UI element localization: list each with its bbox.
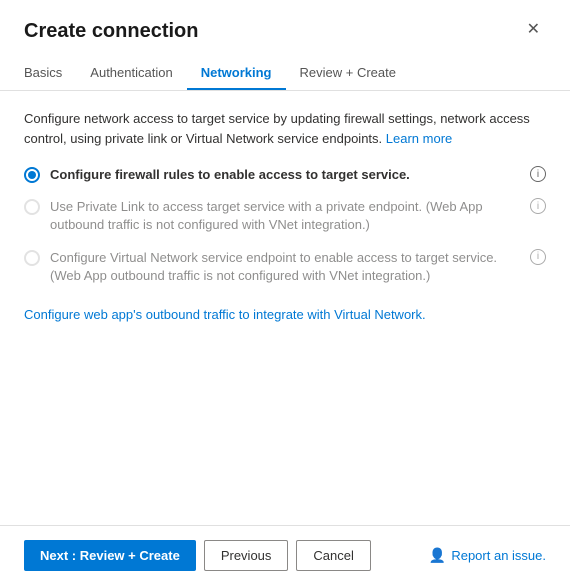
option-firewall[interactable]: Configure firewall rules to enable acces… [24, 166, 546, 184]
description-text: Configure network access to target servi… [24, 109, 546, 148]
dialog-title: Create connection [24, 20, 198, 43]
radio-vnet-endpoint [24, 250, 40, 266]
radio-firewall[interactable] [24, 167, 40, 183]
tab-networking[interactable]: Networking [187, 57, 286, 90]
dialog-header: Create connection ✕ [0, 0, 570, 43]
vnet-link-row: Configure web app's outbound traffic to … [24, 307, 546, 322]
option-private-link: Use Private Link to access target servic… [24, 198, 546, 234]
cancel-button[interactable]: Cancel [296, 540, 370, 571]
next-button[interactable]: Next : Review + Create [24, 540, 196, 571]
vnet-integrate-link[interactable]: Configure web app's outbound traffic to … [24, 307, 426, 322]
radio-private-link [24, 199, 40, 215]
learn-more-link[interactable]: Learn more [386, 131, 452, 146]
tab-authentication[interactable]: Authentication [76, 57, 186, 90]
report-icon: 👤 [429, 547, 446, 564]
tab-basics[interactable]: Basics [24, 57, 76, 90]
main-content: Configure network access to target servi… [0, 91, 570, 525]
tab-review-create[interactable]: Review + Create [286, 57, 410, 90]
info-icon-firewall[interactable]: i [530, 166, 546, 182]
networking-options: Configure firewall rules to enable acces… [24, 166, 546, 285]
create-connection-dialog: Create connection ✕ Basics Authenticatio… [0, 0, 570, 585]
close-button[interactable]: ✕ [521, 20, 546, 40]
previous-button[interactable]: Previous [204, 540, 289, 571]
footer: Next : Review + Create Previous Cancel 👤… [0, 525, 570, 585]
info-icon-vnet-endpoint: i [530, 249, 546, 265]
tab-bar: Basics Authentication Networking Review … [0, 43, 570, 91]
option-vnet-endpoint: Configure Virtual Network service endpoi… [24, 249, 546, 285]
report-issue-link[interactable]: 👤 Report an issue. [429, 547, 546, 564]
info-icon-private-link: i [530, 198, 546, 214]
